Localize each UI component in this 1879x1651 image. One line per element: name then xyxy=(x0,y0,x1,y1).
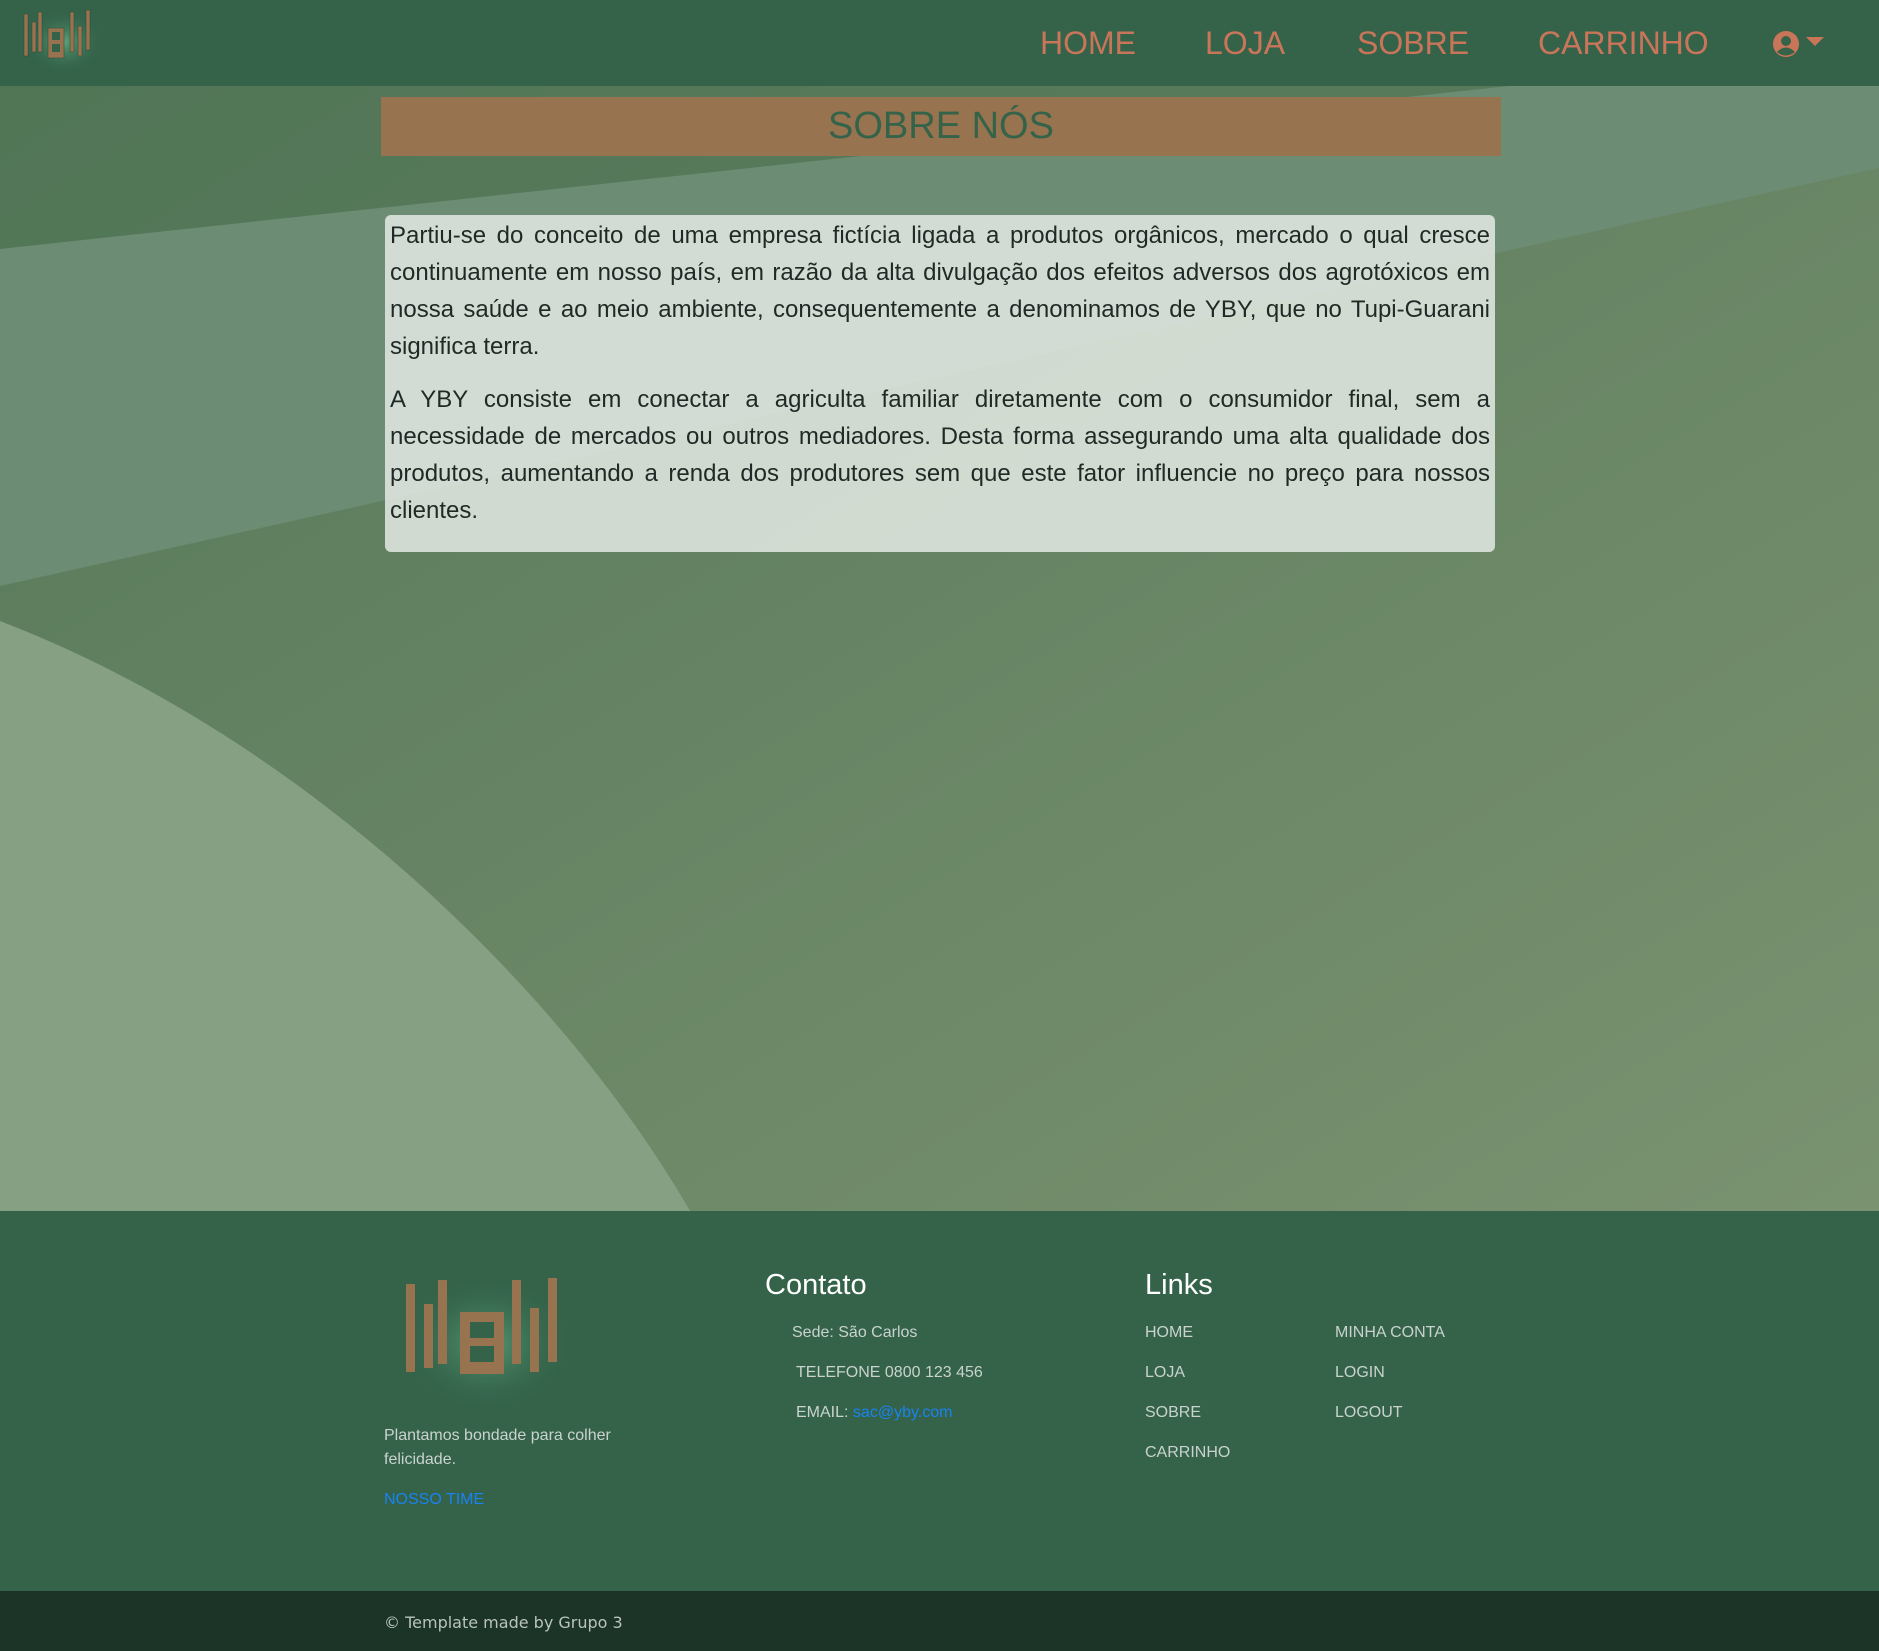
contact-heading: Contato xyxy=(765,1269,867,1301)
about-paragraph: Partiu-se do conceito de uma empresa fic… xyxy=(390,222,1490,360)
contact-email: EMAIL: sac@yby.com xyxy=(796,1404,952,1422)
footer-link-login[interactable]: LOGIN xyxy=(1335,1364,1385,1382)
nav-link-home[interactable]: HOME xyxy=(1040,22,1136,64)
account-menu-toggle[interactable] xyxy=(1772,30,1826,62)
footer-link-loja[interactable]: LOJA xyxy=(1145,1364,1185,1382)
bottom-bar: © Template made by Grupo 3 xyxy=(0,1591,1879,1651)
footer-tagline: Plantamos bondade para colher felicidade… xyxy=(384,1427,611,1468)
nav-link-carrinho[interactable]: CARRINHO xyxy=(1538,22,1709,64)
navbar: HOME LOJA SOBRE CARRINHO xyxy=(0,0,1879,86)
footer-link-sobre[interactable]: SOBRE xyxy=(1145,1404,1201,1422)
nav-link-sobre[interactable]: SOBRE xyxy=(1357,22,1469,64)
copyright-text: © Template made by Grupo 3 xyxy=(384,1613,623,1632)
footer-link-logout[interactable]: LOGOUT xyxy=(1335,1404,1403,1422)
main-content: SOBRE NÓS Partiu-se do conceito de uma e… xyxy=(0,86,1879,1211)
team-link[interactable]: NOSSO TIME xyxy=(384,1491,484,1509)
yby-logo[interactable] xyxy=(400,1274,574,1414)
contact-phone: TELEFONE 0800 123 456 xyxy=(796,1364,983,1381)
about-card: Partiu-se do conceito de uma empresa fic… xyxy=(385,215,1495,552)
about-paragraph: A YBY consiste em conectar a agriculta f… xyxy=(390,386,1490,524)
email-label: EMAIL: xyxy=(796,1404,849,1421)
nav-link-loja[interactable]: LOJA xyxy=(1205,22,1285,64)
footer: Plantamos bondade para colher felicidade… xyxy=(0,1211,1879,1591)
user-circle-icon xyxy=(1773,31,1799,57)
title-banner: SOBRE NÓS xyxy=(381,97,1501,156)
links-heading: Links xyxy=(1145,1269,1213,1301)
footer-link-carrinho[interactable]: CARRINHO xyxy=(1145,1444,1230,1462)
email-link[interactable]: sac@yby.com xyxy=(853,1404,953,1421)
footer-link-minha-conta[interactable]: MINHA CONTA xyxy=(1335,1324,1445,1342)
footer-link-home[interactable]: HOME xyxy=(1145,1324,1193,1342)
page-title: SOBRE NÓS xyxy=(828,105,1054,147)
chevron-down-icon xyxy=(1806,37,1824,46)
yby-logo[interactable] xyxy=(22,8,106,76)
contact-address: Sede: São Carlos xyxy=(792,1324,918,1341)
